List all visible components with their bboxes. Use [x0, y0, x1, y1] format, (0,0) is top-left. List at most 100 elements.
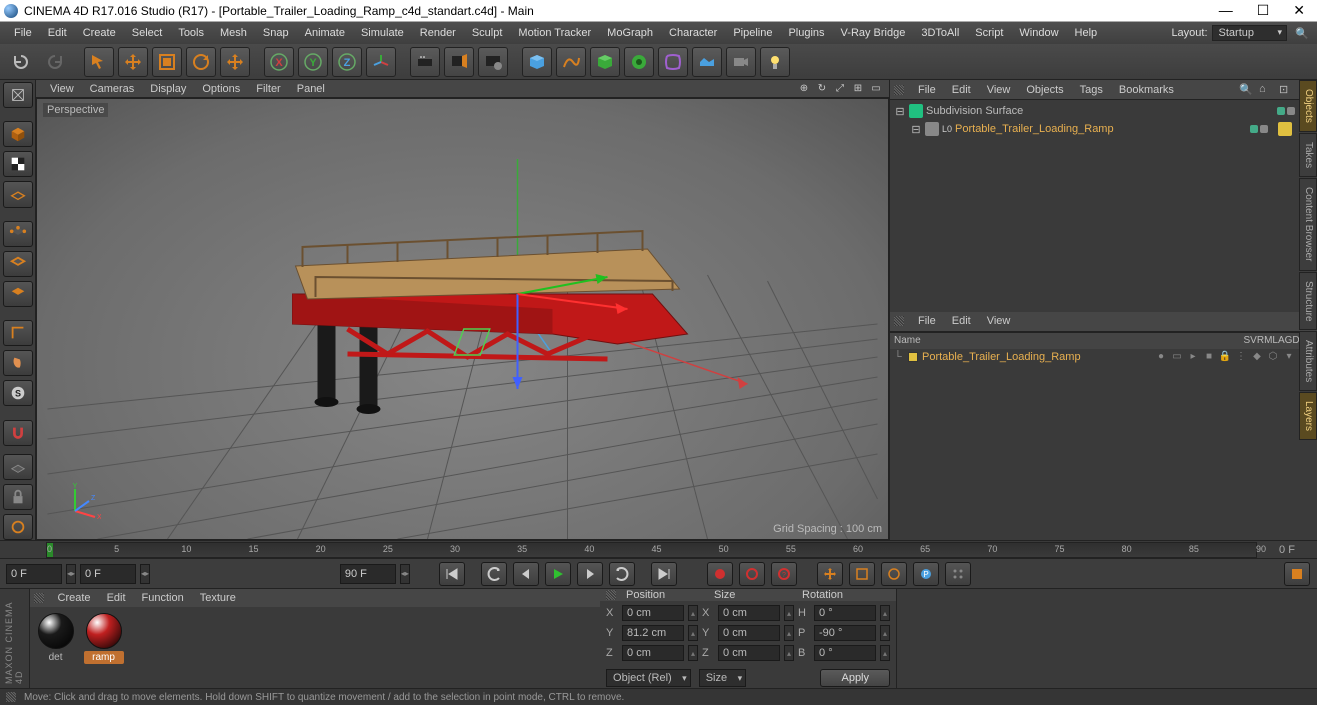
spinner-icon[interactable]: ▴ [880, 605, 890, 621]
last-tool[interactable] [220, 47, 250, 77]
lock-button[interactable] [3, 484, 33, 510]
material-det[interactable]: det [36, 613, 76, 664]
menu-plugins[interactable]: Plugins [780, 22, 832, 44]
next-key-button[interactable] [609, 562, 635, 586]
scale-tool[interactable] [152, 47, 182, 77]
coord-field[interactable]: 0 cm [718, 645, 780, 661]
om-icon-2[interactable]: ⊡ [1279, 83, 1293, 96]
menu-file[interactable]: File [6, 22, 40, 44]
polygon-mode-button[interactable] [3, 281, 33, 307]
redo-button[interactable] [40, 47, 70, 77]
om-menu-edit[interactable]: Edit [944, 84, 979, 96]
object-manager-tree[interactable]: ⊟Subdivision Surface⊟L0Portable_Trailer_… [890, 100, 1317, 312]
coord-field[interactable]: 0 cm [622, 605, 684, 621]
mat-menu-edit[interactable]: Edit [99, 592, 134, 604]
add-deformer-button[interactable] [658, 47, 688, 77]
texture-mode-button[interactable] [3, 151, 33, 177]
layout-select[interactable]: Startup [1212, 25, 1287, 41]
menu-tools[interactable]: Tools [170, 22, 212, 44]
mat-menu-create[interactable]: Create [50, 592, 99, 604]
go-end-button[interactable] [651, 562, 677, 586]
spinner-icon[interactable]: ▴ [688, 625, 698, 641]
coord-field[interactable]: 0 ° [814, 645, 876, 661]
frame-start-field[interactable]: 0 F [6, 564, 62, 584]
coord-field[interactable]: 0 cm [718, 625, 780, 641]
menu-motion-tracker[interactable]: Motion Tracker [510, 22, 599, 44]
axis-mode-button[interactable] [3, 320, 33, 346]
model-mode-button[interactable] [3, 121, 33, 147]
vp-nav-icon-2[interactable]: ⤢ [833, 83, 847, 94]
om-menu-view[interactable]: View [979, 84, 1019, 96]
coord-field[interactable]: -90 ° [814, 625, 876, 641]
key-pla-button[interactable] [945, 562, 971, 586]
menu-mesh[interactable]: Mesh [212, 22, 255, 44]
vp-menu-options[interactable]: Options [194, 83, 248, 95]
add-camera-button[interactable] [726, 47, 756, 77]
vp-nav-icon-1[interactable]: ↻ [815, 83, 829, 94]
y-axis-lock[interactable]: Y [298, 47, 328, 77]
frame-current-field[interactable]: 0 F [80, 564, 136, 584]
vp-nav-icon-4[interactable]: ▭ [869, 83, 883, 94]
object-row[interactable]: ⊟L0Portable_Trailer_Loading_Ramp [894, 120, 1295, 138]
keyframe-sel-button[interactable]: ? [771, 562, 797, 586]
local-button[interactable] [3, 454, 33, 480]
menu-3dtoall[interactable]: 3DToAll [913, 22, 967, 44]
grip-icon[interactable] [606, 590, 616, 600]
apply-button[interactable]: Apply [820, 669, 890, 687]
misc-button[interactable] [3, 514, 33, 540]
point-mode-button[interactable] [3, 221, 33, 247]
coord-system-button[interactable] [366, 47, 396, 77]
prev-key-button[interactable] [481, 562, 507, 586]
om-menu-bookmarks[interactable]: Bookmarks [1111, 84, 1182, 96]
vp-nav-icon-0[interactable]: ⊕ [797, 83, 811, 94]
rotate-tool[interactable] [186, 47, 216, 77]
vp-menu-cameras[interactable]: Cameras [82, 83, 143, 95]
menu-create[interactable]: Create [75, 22, 124, 44]
tab-takes[interactable]: Takes [1299, 133, 1317, 177]
om-menu-tags[interactable]: Tags [1072, 84, 1111, 96]
layer-row[interactable]: └ Portable_Trailer_Loading_Ramp ●▭▸■ 🔒⋮◆… [890, 349, 1317, 365]
spinner-icon[interactable]: ▴ [688, 605, 698, 621]
lm-menu-view[interactable]: View [979, 315, 1019, 327]
timeline-ruler[interactable]: 051015202530354045505560657075808590 [46, 542, 1257, 558]
grip-icon[interactable] [34, 593, 44, 603]
next-frame-button[interactable] [577, 562, 603, 586]
menu-v-ray-bridge[interactable]: V-Ray Bridge [833, 22, 914, 44]
key-scale-button[interactable] [849, 562, 875, 586]
render-view-button[interactable] [410, 47, 440, 77]
menu-snap[interactable]: Snap [255, 22, 297, 44]
material-ramp[interactable]: ramp [84, 613, 124, 664]
vp-menu-filter[interactable]: Filter [248, 83, 288, 95]
coord-mode-select[interactable]: Object (Rel) [606, 669, 691, 687]
live-select-tool[interactable] [84, 47, 114, 77]
menu-script[interactable]: Script [967, 22, 1011, 44]
z-axis-lock[interactable]: Z [332, 47, 362, 77]
vp-menu-panel[interactable]: Panel [289, 83, 333, 95]
prev-frame-button[interactable] [513, 562, 539, 586]
lm-menu-edit[interactable]: Edit [944, 315, 979, 327]
menu-edit[interactable]: Edit [40, 22, 75, 44]
menu-animate[interactable]: Animate [297, 22, 353, 44]
tab-attributes[interactable]: Attributes [1299, 331, 1317, 391]
search-icon[interactable]: 🔍 [1293, 27, 1311, 40]
spinner-icon[interactable]: ▴ [784, 605, 794, 621]
layer-color-swatch[interactable] [908, 352, 918, 362]
close-button[interactable]: ✕ [1293, 2, 1305, 19]
menu-sculpt[interactable]: Sculpt [464, 22, 511, 44]
key-pos-button[interactable] [817, 562, 843, 586]
spinner-icon[interactable]: ▴ [784, 645, 794, 661]
menu-character[interactable]: Character [661, 22, 725, 44]
record-button[interactable] [707, 562, 733, 586]
vp-menu-display[interactable]: Display [142, 83, 194, 95]
add-environment-button[interactable] [692, 47, 722, 77]
coord-field[interactable]: 0 cm [718, 605, 780, 621]
viewport-solo-button[interactable]: S [3, 380, 33, 406]
om-icon-1[interactable]: ⌂ [1259, 83, 1273, 96]
coord-field[interactable]: 0 ° [814, 605, 876, 621]
menu-render[interactable]: Render [412, 22, 464, 44]
menu-mograph[interactable]: MoGraph [599, 22, 661, 44]
key-rot-button[interactable] [881, 562, 907, 586]
mat-menu-function[interactable]: Function [134, 592, 192, 604]
layer-tag-icon[interactable] [1278, 122, 1292, 136]
spinner-icon[interactable]: ▴ [688, 645, 698, 661]
